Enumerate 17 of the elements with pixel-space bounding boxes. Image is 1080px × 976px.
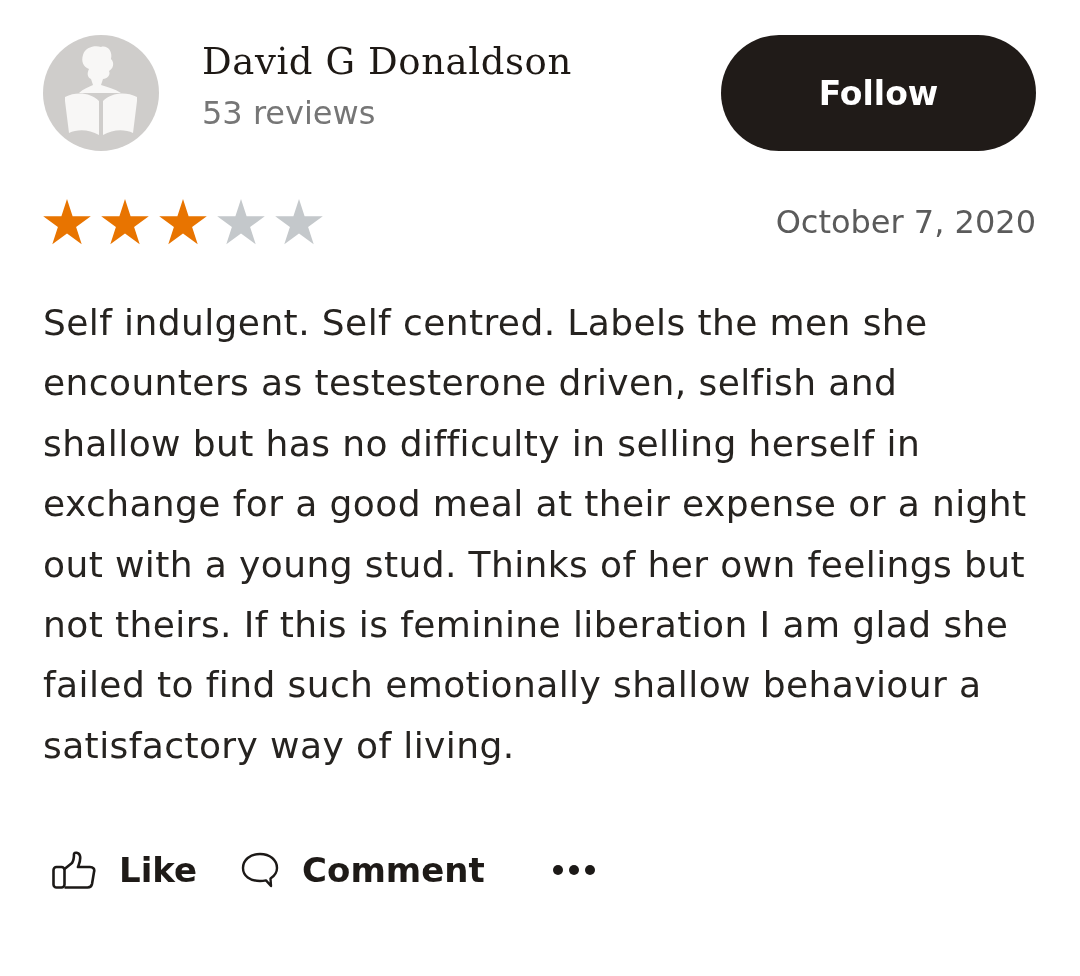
star-icon (159, 199, 207, 245)
follow-button[interactable]: Follow (721, 35, 1036, 151)
speech-bubble-icon (241, 852, 280, 889)
review-count: 53 reviews (202, 93, 377, 133)
star-icon (101, 199, 149, 245)
thumbs-up-icon (52, 851, 96, 890)
star-icon (43, 199, 91, 245)
like-button[interactable]: Like (52, 850, 198, 891)
reviewer-name[interactable]: David G Donaldson (202, 37, 721, 87)
more-icon (552, 865, 595, 876)
more-options-button[interactable] (552, 865, 595, 876)
star-icon (275, 199, 323, 245)
avatar-icon (43, 35, 159, 151)
review-date: October 7, 2020 (775, 203, 1036, 241)
star-icon (217, 199, 265, 245)
comment-button[interactable]: Comment (241, 850, 485, 891)
review-text: Self indulgent. Self centred. Labels the men she encounters as testesterone driven, selfish and shallow but has no difficulty in selling herself in exchange for a good meal at their expense or a night out with a young stud. Thinks of her own feelings but not theirs. If this is feminine liberation I am glad she failed to find such emotionally shallow behaviour a satisfactory way of living. (43, 301, 1028, 768)
